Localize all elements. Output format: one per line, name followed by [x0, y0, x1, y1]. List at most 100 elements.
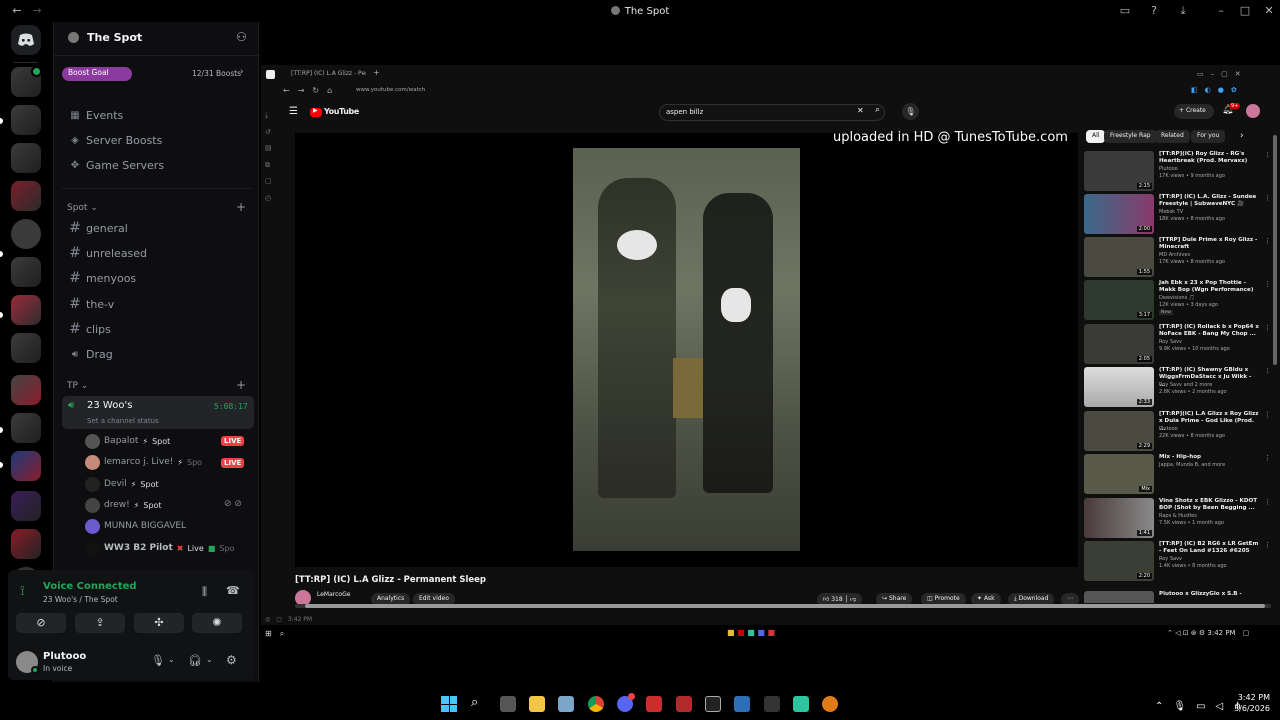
more-options-icon[interactable]: ⋮ [1264, 194, 1271, 202]
photos-icon[interactable] [558, 696, 574, 712]
activities-button[interactable]: ✣ [134, 613, 184, 633]
channel-status-text[interactable]: Set a channel status [87, 417, 159, 425]
channel-menyoos[interactable]: # menyoos [64, 268, 254, 288]
windows-start-icon[interactable] [441, 696, 457, 712]
maximize-icon[interactable]: □ [1238, 4, 1252, 17]
recommendation-item[interactable]: 1:55 [TTRP] Dule Prime x Roy Glizz - Mine… [1084, 237, 1274, 277]
chip-all[interactable]: All [1086, 130, 1106, 143]
more-options-icon[interactable]: ⋮ [1264, 498, 1271, 506]
discord-home-icon[interactable] [11, 25, 41, 55]
more-options-icon[interactable]: ⋮ [1264, 324, 1271, 332]
app-icon[interactable] [764, 696, 780, 712]
channel-the-v[interactable]: # the-v [64, 294, 254, 314]
voice-user[interactable]: lemarco j. Live! ⚡ Spo [85, 453, 202, 471]
hamburger-menu-icon[interactable]: ☰ [289, 106, 298, 117]
chevron-down-icon[interactable]: ⌄ [168, 655, 175, 664]
recommendation-item[interactable]: 2:29 [TT:RP](IC) L.A Glizz x Roy Glizz x … [1084, 411, 1274, 451]
add-user-icon[interactable]: ⚇ [236, 30, 247, 44]
camera-off-button[interactable]: ⊘ [16, 613, 66, 633]
more-options-icon[interactable]: ⋮ [1264, 541, 1271, 549]
server-folder-4[interactable] [11, 181, 41, 211]
task-view-icon[interactable] [500, 696, 516, 712]
nav-arrows-icon[interactable]: ← → ↻ ⌂ [283, 85, 332, 96]
help-icon[interactable]: ? [1147, 4, 1161, 17]
browser-tab[interactable]: [TT:RP] (IC) L.A Glizz - Perm [291, 70, 366, 77]
clear-search-icon[interactable]: ✕ [857, 106, 864, 115]
server-folder-13[interactable] [11, 529, 41, 559]
app-icon[interactable] [822, 696, 838, 712]
app-icon[interactable] [793, 696, 809, 712]
server-folder-3[interactable] [11, 143, 41, 173]
vertical-scrollbar[interactable] [1273, 135, 1277, 365]
extension-icons[interactable]: ◧ ◐ ● ✿ [1191, 85, 1237, 95]
taskbar-clock[interactable]: 3:42 PM 3/6/2026 [1230, 692, 1270, 714]
server-folder-8[interactable] [11, 333, 41, 363]
server-folder-12[interactable] [11, 491, 41, 521]
chip-related[interactable]: Related [1155, 130, 1190, 143]
screen-share-button[interactable]: ⇪ [75, 613, 125, 633]
settings-gear-icon[interactable]: ⚙ [226, 653, 237, 667]
close-icon[interactable]: ✕ [1262, 4, 1276, 17]
noise-suppression-icon[interactable]: ⫼ [202, 585, 207, 599]
search-icon[interactable]: ⌕ [875, 105, 880, 115]
more-options-icon[interactable]: ⋮ [1264, 280, 1271, 288]
recommendation-item[interactable]: Plutooo x GlizzyGlo x S.B - [1084, 591, 1274, 603]
create-button[interactable]: + Create [1174, 104, 1214, 119]
minimize-icon[interactable]: – [1214, 4, 1228, 17]
soundboard-button[interactable]: ✺ [192, 613, 242, 633]
server-folder-7[interactable] [11, 295, 41, 325]
voice-channel-drag[interactable]: 🔊︎ Drag [64, 344, 254, 364]
voice-user[interactable]: MUNNA BIGGAVEL [85, 517, 186, 535]
app-icon[interactable] [646, 696, 662, 712]
file-explorer-icon[interactable] [529, 696, 545, 712]
inbox-icon[interactable]: ▭ [1118, 4, 1132, 17]
menu-game-servers[interactable]: ✥ Game Servers [64, 155, 254, 175]
voice-user[interactable]: Devil ⚡ Spot [85, 475, 159, 493]
scrollbar-thumb[interactable] [305, 604, 1265, 608]
chrome-icon[interactable] [588, 696, 604, 712]
search-input[interactable]: aspen billz [659, 104, 885, 121]
video-player[interactable]: uploaded in HD @ TunesToTube.com [295, 130, 1078, 567]
microphone-icon[interactable]: 🎙︎ [151, 654, 165, 667]
channel-general[interactable]: # general [64, 218, 254, 238]
more-options-icon[interactable]: ⋮ [1264, 367, 1271, 375]
new-tab-icon[interactable]: + [373, 68, 380, 77]
more-options-icon[interactable]: ⋮ [1264, 151, 1271, 159]
channel-clips[interactable]: # clips [64, 319, 254, 339]
voice-status[interactable]: Voice Connected [43, 581, 137, 592]
search-icon[interactable]: ⌕ [471, 695, 478, 710]
horizontal-scrollbar[interactable] [295, 604, 1271, 608]
recommendation-item[interactable]: 3:17 Jah Ebk x 23 x Pop Thottie - Makk Bo… [1084, 280, 1274, 320]
more-options-icon[interactable]: ⋮ [1264, 237, 1271, 245]
voice-search-icon[interactable]: 🎙︎ [902, 103, 919, 120]
voice-user[interactable]: drew! ⚡ Spot [85, 496, 162, 514]
recommendation-item[interactable]: Mix Mix - Hip-hop Jappa, Munda B, and more… [1084, 454, 1274, 494]
active-voice-channel[interactable]: 🔊︎ 23 Woo's 5:08:17 Set a channel status [62, 396, 254, 429]
browser-side-panel[interactable]: ⤓ ↺ ▤ ⧉ ▢ ◴ [265, 107, 275, 206]
chevron-right-icon[interactable]: › [1240, 131, 1244, 141]
server-folder-9[interactable] [11, 375, 41, 405]
menu-server-boosts[interactable]: ◈ Server Boosts [64, 130, 254, 150]
server-folder-10[interactable] [11, 413, 41, 443]
server-5[interactable] [11, 219, 41, 249]
recommendation-item[interactable]: 2:00 [TT:RP] (IC) L.A. Glizz - Sundee Fre… [1084, 194, 1274, 234]
server-folder-6[interactable] [11, 257, 41, 287]
server-header[interactable]: The Spot ⌄ ⚇ [54, 22, 260, 56]
headphones-icon[interactable]: 🎧︎ [188, 654, 202, 667]
chip-for-you[interactable]: For you [1191, 130, 1226, 143]
voice-user[interactable]: WW3 B2 Pilot ✖ Live ■ Spo [85, 539, 234, 557]
app-icon[interactable] [734, 696, 750, 712]
system-tray[interactable]: ⌃ ◁ ⊡ ⊛ ⚙ 3:42 PM ▢ [1167, 628, 1249, 638]
category-spot[interactable]: Spot ⌄ [67, 203, 98, 213]
system-tray-icons[interactable]: ⌃ 🎙︎ ▭ ◁ ⋔ [1155, 697, 1242, 712]
more-options-icon[interactable]: ⋮ [1264, 454, 1271, 462]
add-channel-icon[interactable]: + [236, 200, 246, 214]
recommendation-item[interactable]: 1:41 Vine Shotz x EBK Glizzo - KDOT BOP (… [1084, 498, 1274, 538]
signal-icon[interactable]: ⟟ [20, 584, 25, 599]
chip-freestyle-rap[interactable]: Freestyle Rap [1104, 130, 1157, 143]
start-icon[interactable]: ⊞ ⌕ [265, 628, 284, 639]
app-icon[interactable] [676, 696, 692, 712]
category-tp[interactable]: TP ⌄ [67, 381, 88, 391]
recommendation-item[interactable]: 2:33 (TT:RP) (IC) Shawny GBldu x WiggsFrm… [1084, 367, 1274, 407]
recommendation-item[interactable]: 2:15 [TT:RP](IC) Roy Glizz - RG's Heartbr… [1084, 151, 1274, 191]
